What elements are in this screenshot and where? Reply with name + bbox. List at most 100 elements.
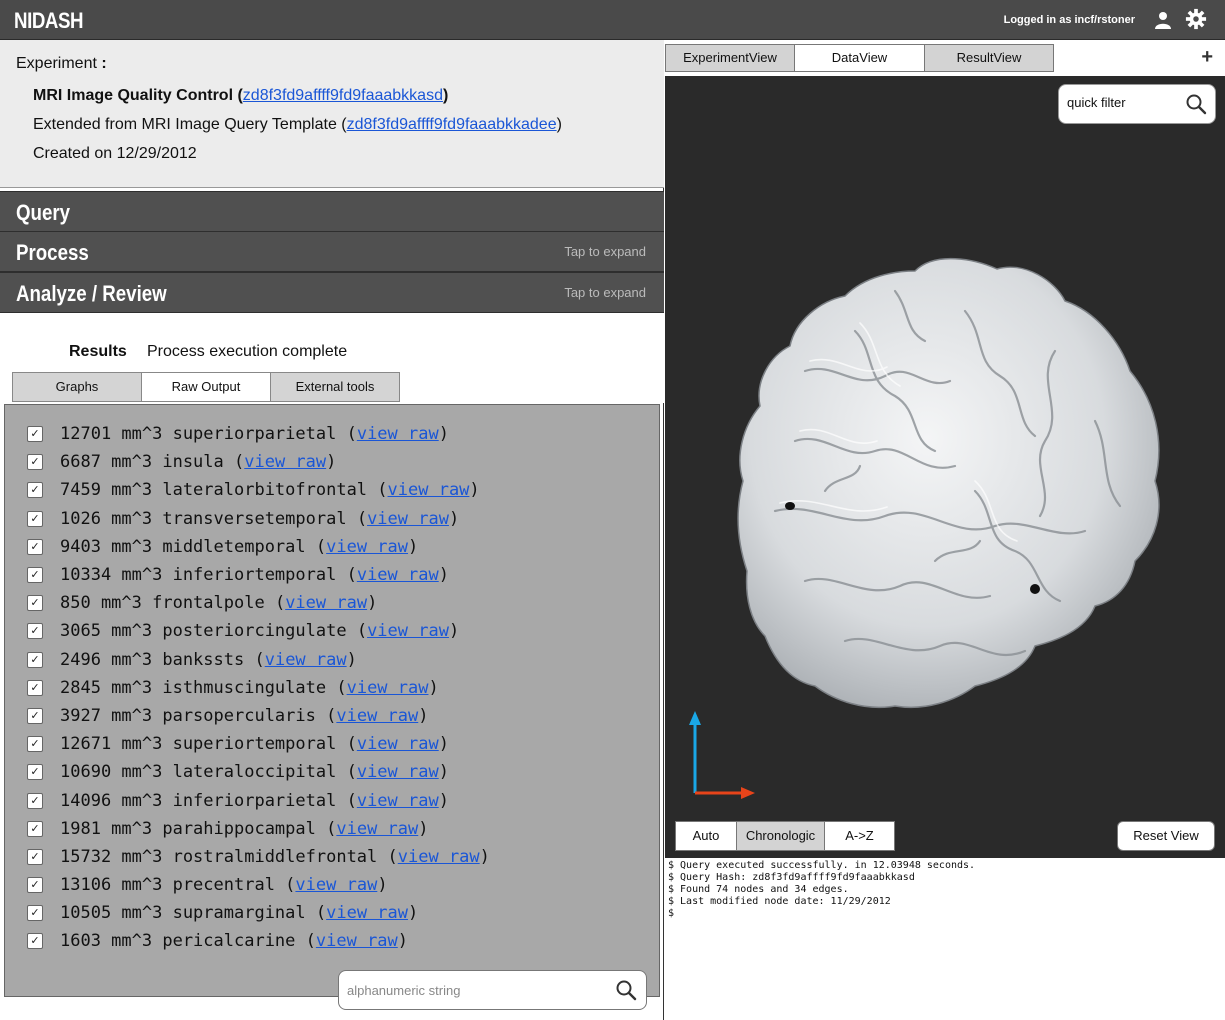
search-input[interactable] [347, 980, 597, 1000]
add-view-button[interactable]: + [1201, 46, 1213, 69]
tab-external-tools[interactable]: External tools [270, 372, 400, 402]
view-raw-link[interactable]: view raw [398, 847, 480, 867]
row-text: 10334 mm^3 inferiortemporal [60, 565, 337, 586]
view-raw-link[interactable]: view raw [357, 565, 439, 585]
section-analyze-review[interactable]: Analyze / Review Tap to expand [0, 272, 664, 313]
tab-experiment-view[interactable]: ExperimentView [665, 44, 795, 72]
row-text: 6687 mm^3 insula [60, 452, 224, 473]
row-text: 10505 mm^3 supramarginal [60, 903, 306, 924]
section-query-title: Query [16, 200, 71, 225]
list-item: ✓ 15732 mm^3 rostralmiddlefrontal (view r… [27, 843, 490, 871]
row-checkbox[interactable]: ✓ [27, 482, 43, 499]
view-raw-link[interactable]: view raw [336, 706, 418, 726]
row-checkbox[interactable]: ✓ [27, 651, 43, 668]
console-line: $ Last modified node date: 11/29/2012 [668, 896, 891, 907]
row-checkbox[interactable]: ✓ [27, 510, 43, 527]
view-raw-link[interactable]: view raw [265, 650, 347, 670]
view-raw-link[interactable]: view raw [295, 875, 377, 895]
list-item: ✓ 10334 mm^3 inferiortemporal (view raw) [27, 561, 490, 589]
row-checkbox[interactable]: ✓ [27, 792, 43, 809]
view-raw-link[interactable]: view raw [357, 791, 439, 811]
sort-chronologic-button[interactable]: Chronologic [736, 821, 825, 851]
view-raw-link[interactable]: view raw [326, 903, 408, 923]
brain-surface-render[interactable] [735, 241, 1175, 721]
row-text: 12671 mm^3 superiortemporal [60, 734, 337, 755]
row-text: 10690 mm^3 lateraloccipital [60, 762, 337, 783]
user-icon[interactable] [1153, 10, 1173, 30]
row-checkbox[interactable]: ✓ [27, 707, 43, 724]
3d-viewer[interactable] [665, 76, 1225, 854]
row-checkbox[interactable]: ✓ [27, 595, 43, 612]
row-text: 7459 mm^3 lateralorbitofrontal [60, 480, 368, 501]
row-checkbox[interactable]: ✓ [27, 764, 43, 781]
row-checkbox[interactable]: ✓ [27, 426, 43, 443]
list-item: ✓ 14096 mm^3 inferiorparietal (view raw) [27, 786, 490, 814]
tab-raw-output[interactable]: Raw Output [141, 372, 271, 402]
list-item: ✓ 9403 mm^3 middletemporal (view raw) [27, 533, 490, 561]
search-box[interactable] [338, 970, 647, 1010]
extended-from-text: Extended from MRI Image Query Template [33, 116, 337, 133]
search-icon[interactable] [615, 979, 637, 1001]
view-raw-link[interactable]: view raw [347, 678, 429, 698]
list-item: ✓ 12671 mm^3 superiortemporal (view raw) [27, 730, 490, 758]
row-text: 15732 mm^3 rostralmiddlefrontal [60, 846, 378, 867]
row-text: 1603 mm^3 pericalcarine [60, 931, 296, 952]
gear-icon[interactable] [1185, 8, 1207, 30]
view-raw-link[interactable]: view raw [357, 762, 439, 782]
section-analyze-title: Analyze / Review [16, 281, 167, 306]
view-raw-link[interactable]: view raw [367, 509, 449, 529]
login-status: Logged in as incf/rstoner [1003, 14, 1135, 26]
row-text: 2496 mm^3 bankssts [60, 649, 245, 670]
view-raw-link[interactable]: view raw [357, 424, 439, 444]
view-raw-link[interactable]: view raw [326, 537, 408, 557]
row-checkbox[interactable]: ✓ [27, 567, 43, 584]
console-line: $ Query executed successfully. in 12.039… [668, 860, 976, 871]
list-item: ✓ 12701 mm^3 superiorparietal (view raw) [27, 420, 490, 448]
view-raw-link[interactable]: view raw [357, 734, 439, 754]
section-query[interactable]: Query [0, 191, 664, 232]
top-bar: NIDASH Logged in as incf/rstoner [0, 0, 1225, 40]
expand-hint: Tap to expand [564, 285, 646, 300]
row-text: 3065 mm^3 posteriorcingulate [60, 621, 347, 642]
list-item: ✓ 2845 mm^3 isthmuscingulate (view raw) [27, 674, 490, 702]
view-raw-link[interactable]: view raw [316, 931, 398, 951]
reset-view-button[interactable]: Reset View [1117, 821, 1215, 851]
row-checkbox[interactable]: ✓ [27, 679, 43, 696]
sort-auto-button[interactable]: Auto [675, 821, 737, 851]
tab-result-view[interactable]: ResultView [924, 44, 1054, 72]
row-checkbox[interactable]: ✓ [27, 820, 43, 837]
experiment-label: Experiment [16, 55, 97, 72]
row-text: 9403 mm^3 middletemporal [60, 536, 306, 557]
tab-data-view[interactable]: DataView [794, 44, 925, 72]
view-raw-link[interactable]: view raw [244, 452, 326, 472]
row-checkbox[interactable]: ✓ [27, 454, 43, 471]
search-icon[interactable] [1185, 93, 1207, 115]
row-checkbox[interactable]: ✓ [27, 623, 43, 640]
row-checkbox[interactable]: ✓ [27, 848, 43, 865]
row-checkbox[interactable]: ✓ [27, 736, 43, 753]
console-line: $ Found 74 nodes and 34 edges. [668, 884, 849, 895]
raw-output-list: ✓ 12701 mm^3 superiorparietal (view raw) ✓… [4, 404, 660, 997]
view-raw-link[interactable]: view raw [367, 621, 449, 641]
quick-filter[interactable] [1058, 84, 1216, 124]
row-checkbox[interactable]: ✓ [27, 538, 43, 555]
experiment-id-link[interactable]: zd8f3fd9affff9fd9faaabkkasd [243, 87, 443, 104]
template-id-link[interactable]: zd8f3fd9affff9fd9faaabkkadee [347, 116, 557, 133]
view-tabs: ExperimentView DataView ResultView [665, 44, 1054, 72]
expand-hint: Tap to expand [564, 244, 646, 259]
view-raw-link[interactable]: view raw [336, 819, 418, 839]
row-checkbox[interactable]: ✓ [27, 877, 43, 894]
row-checkbox[interactable]: ✓ [27, 933, 43, 950]
tab-graphs[interactable]: Graphs [12, 372, 142, 402]
row-text: 14096 mm^3 inferiorparietal [60, 790, 337, 811]
experiment-info: Experiment : MRI Image Quality Control (… [0, 40, 664, 188]
list-item: ✓ 3065 mm^3 posteriorcingulate (view raw) [27, 617, 490, 645]
sort-alpha-button[interactable]: A->Z [824, 821, 895, 851]
section-process[interactable]: Process Tap to expand [0, 231, 664, 272]
quick-filter-input[interactable] [1067, 95, 1177, 110]
results-label: Results [69, 343, 127, 360]
row-text: 12701 mm^3 superiorparietal [60, 424, 337, 445]
row-checkbox[interactable]: ✓ [27, 905, 43, 922]
view-raw-link[interactable]: view raw [388, 480, 470, 500]
view-raw-link[interactable]: view raw [285, 593, 367, 613]
